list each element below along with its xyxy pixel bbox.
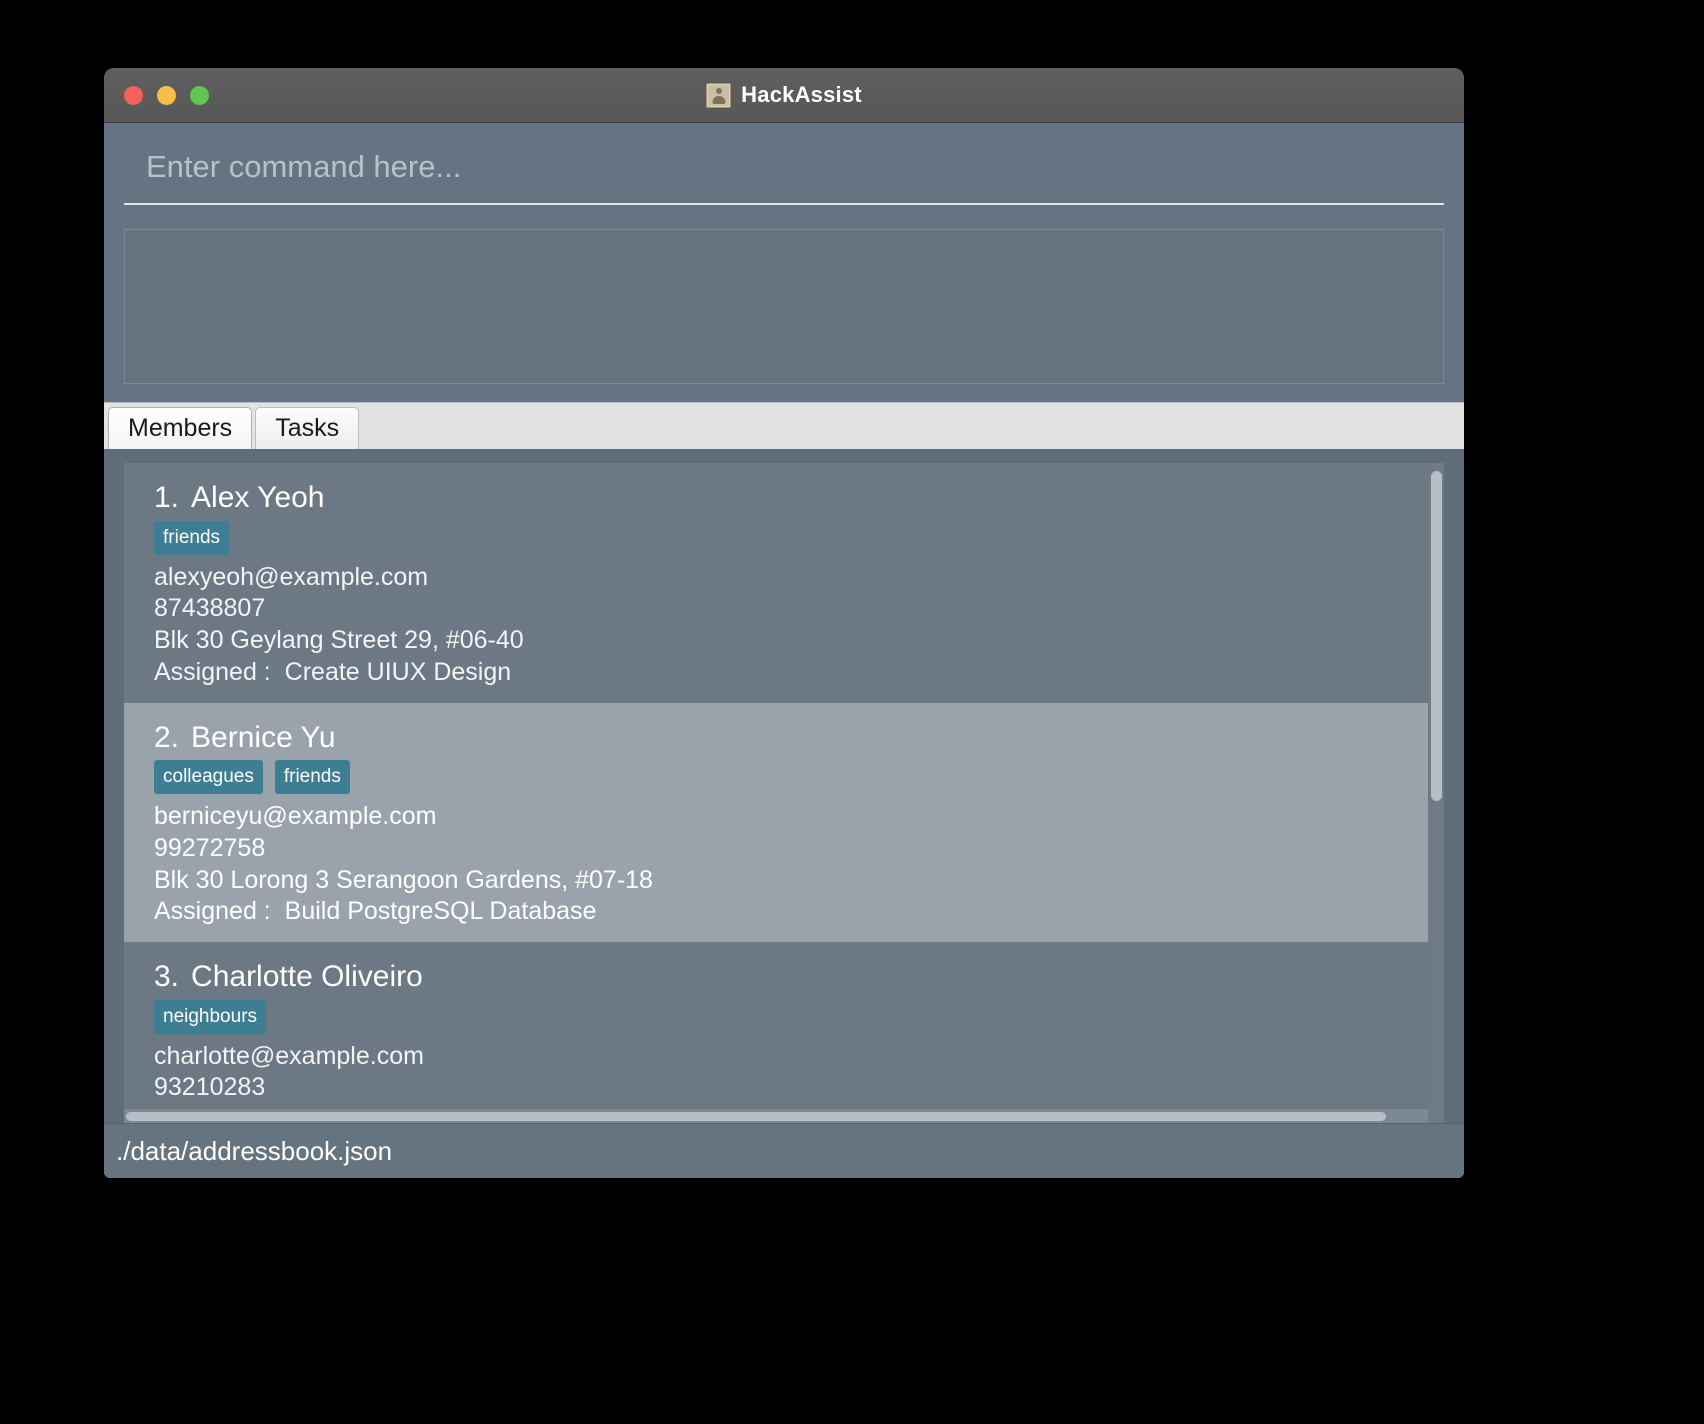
tag-chip: friends bbox=[274, 760, 350, 794]
tab-bar: Members Tasks bbox=[104, 402, 1464, 449]
member-email: alexyeoh@example.com bbox=[154, 562, 429, 591]
member-tags: colleagues friends bbox=[154, 760, 1444, 794]
member-assigned-row: Assigned : Create UIUX Design bbox=[154, 657, 1444, 689]
command-input[interactable] bbox=[124, 149, 1444, 195]
window-controls bbox=[124, 85, 209, 105]
member-address: Blk 30 Geylang Street 29, #06-40 bbox=[154, 626, 524, 654]
member-assigned-row: Assigned : Build PostgreSQL Database bbox=[154, 896, 1444, 928]
tag-chip: neighbours bbox=[154, 999, 267, 1034]
member-phone: 93210283 bbox=[154, 1073, 266, 1102]
app-window: HackAssist Members Tasks 1. Alex Yeoh fri… bbox=[104, 68, 1464, 1178]
tag-chip: friends bbox=[154, 520, 230, 555]
list-item[interactable]: 1. Alex Yeoh friends alexyeoh@example.com… bbox=[124, 463, 1444, 703]
command-input-wrapper bbox=[124, 141, 1444, 205]
vertical-scrollbar[interactable] bbox=[1428, 463, 1444, 1123]
member-phone: 87438807 bbox=[154, 594, 266, 623]
vertical-scrollbar-thumb[interactable] bbox=[1431, 471, 1442, 801]
tag-chip: colleagues bbox=[154, 760, 263, 794]
horizontal-scrollbar-thumb[interactable] bbox=[126, 1112, 1386, 1121]
member-name: Bernice Yu bbox=[191, 720, 336, 754]
member-index: 1. bbox=[154, 481, 180, 514]
command-area bbox=[104, 123, 1464, 402]
member-assigned-task: Build PostgreSQL Database bbox=[284, 897, 597, 926]
minimize-window-button[interactable] bbox=[157, 85, 176, 105]
member-tags: neighbours bbox=[154, 999, 1444, 1034]
member-assigned-label: Assigned : bbox=[154, 657, 271, 686]
member-name-row: 2. Bernice Yu bbox=[154, 719, 1444, 757]
member-assigned-label: Assigned : bbox=[154, 897, 271, 926]
tab-members[interactable]: Members bbox=[108, 407, 253, 449]
window-title-group: HackAssist bbox=[104, 68, 1464, 122]
member-index: 2. bbox=[154, 720, 180, 754]
member-index: 3. bbox=[154, 960, 180, 993]
contact-person-icon bbox=[706, 82, 732, 108]
list-item[interactable]: 2. Bernice Yu colleagues friends bernicey… bbox=[124, 702, 1444, 942]
members-list: 1. Alex Yeoh friends alexyeoh@example.com… bbox=[124, 463, 1444, 1123]
save-location-path: ./data/addressbook.json bbox=[116, 1135, 393, 1166]
horizontal-scrollbar[interactable] bbox=[124, 1109, 1444, 1123]
member-email: berniceyu@example.com bbox=[154, 802, 437, 830]
title-bar: HackAssist bbox=[104, 68, 1464, 123]
member-tags: friends bbox=[154, 520, 1444, 555]
member-email: charlotte@example.com bbox=[154, 1041, 424, 1070]
tab-tasks[interactable]: Tasks bbox=[255, 407, 360, 449]
member-name: Alex Yeoh bbox=[191, 481, 325, 514]
status-bar: ./data/addressbook.json bbox=[104, 1123, 1464, 1178]
member-name-row: 1. Alex Yeoh bbox=[154, 479, 1444, 517]
member-name: Charlotte Oliveiro bbox=[191, 960, 423, 993]
window-title: HackAssist bbox=[741, 82, 862, 107]
members-list-scroll-area[interactable]: 1. Alex Yeoh friends alexyeoh@example.com… bbox=[124, 463, 1444, 1123]
member-assigned-task: Create UIUX Design bbox=[284, 657, 512, 686]
members-panel: 1. Alex Yeoh friends alexyeoh@example.com… bbox=[104, 449, 1464, 1123]
member-name-row: 3. Charlotte Oliveiro bbox=[154, 958, 1444, 996]
result-display-box bbox=[124, 229, 1444, 384]
member-phone: 99272758 bbox=[154, 833, 266, 862]
member-address: Blk 30 Lorong 3 Serangoon Gardens, #07-1… bbox=[154, 865, 653, 894]
close-window-button[interactable] bbox=[124, 85, 143, 105]
maximize-window-button[interactable] bbox=[190, 85, 209, 105]
list-item[interactable]: 3. Charlotte Oliveiro neighbours charlott… bbox=[124, 942, 1444, 1123]
